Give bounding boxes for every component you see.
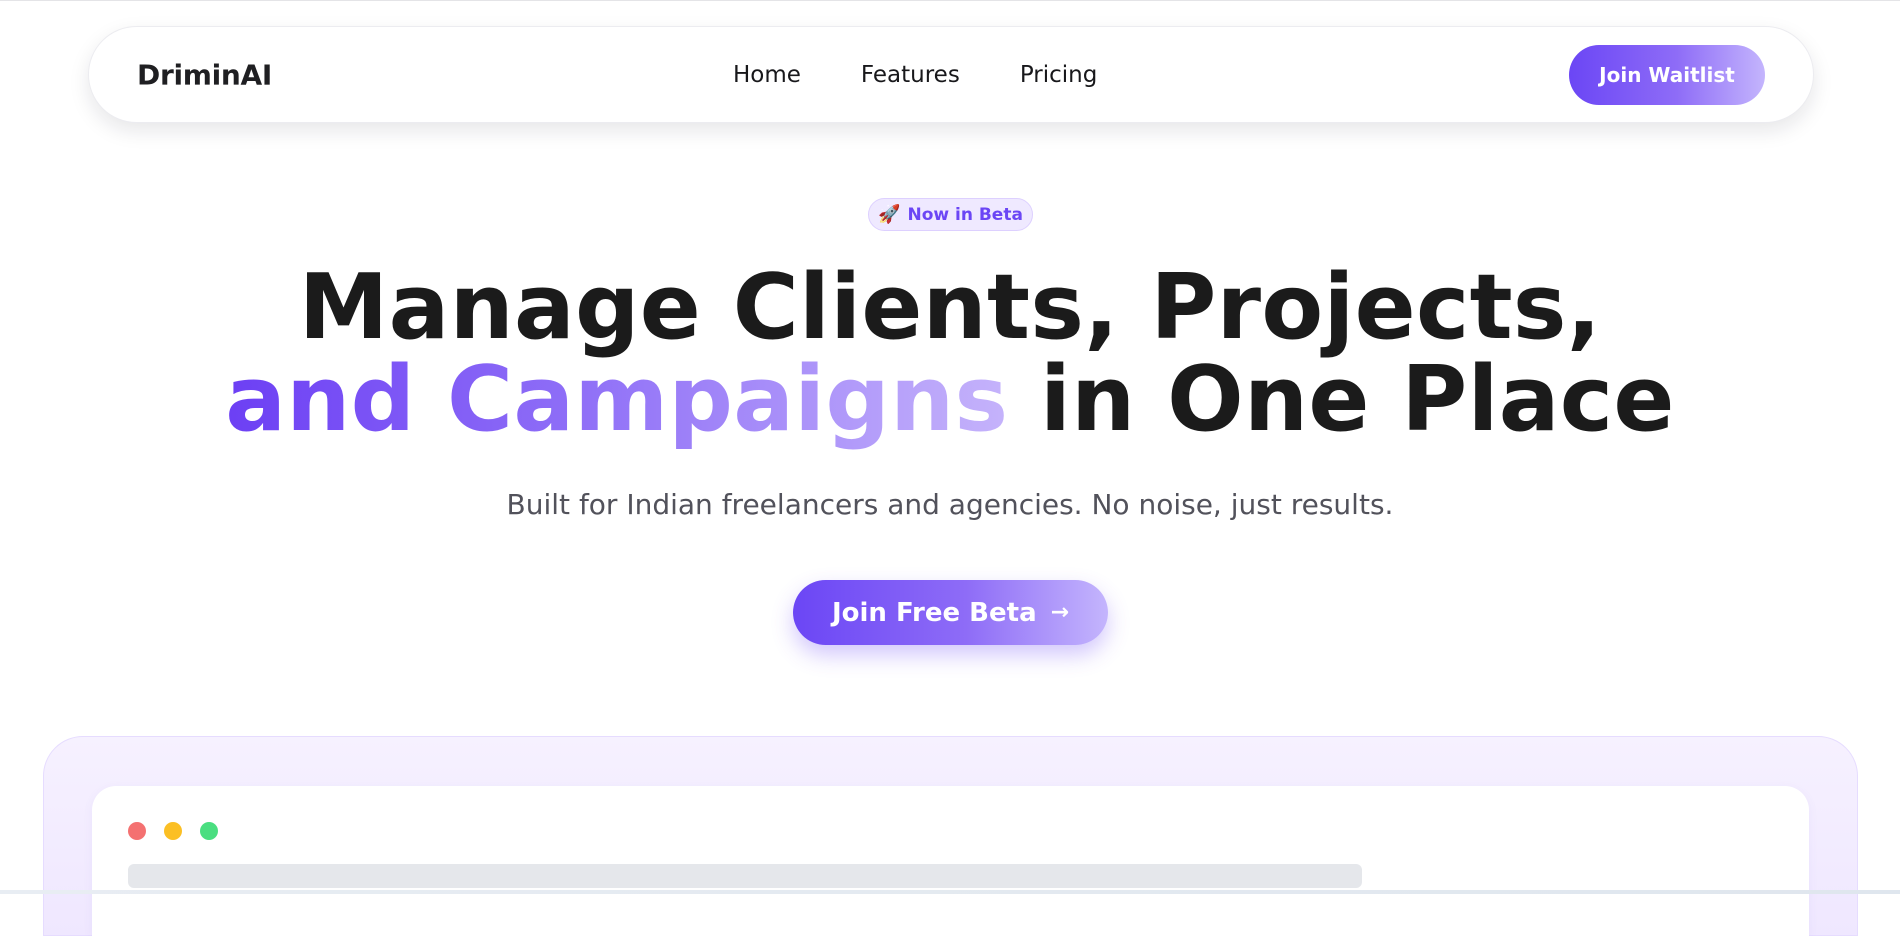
headline-line-2-rest: in One Place <box>1008 347 1675 452</box>
preview-skeleton-bar <box>128 864 1362 888</box>
hero-subtitle: Built for Indian freelancers and agencie… <box>506 488 1394 521</box>
window-maximize-dot <box>200 822 218 840</box>
join-waitlist-button[interactable]: Join Waitlist <box>1569 44 1765 105</box>
nav-links: Home Features Pricing <box>733 62 1097 88</box>
rocket-icon: 🚀 <box>878 203 901 225</box>
nav-link-pricing[interactable]: Pricing <box>1020 62 1098 88</box>
join-free-beta-label: Join Free Beta <box>831 597 1037 628</box>
nav-link-home[interactable]: Home <box>733 62 801 88</box>
beta-badge: 🚀 Now in Beta <box>868 198 1033 231</box>
top-divider <box>0 0 1900 1</box>
headline-highlight: and Campaigns <box>225 347 1009 452</box>
headline-line-1: Manage Clients, Projects, <box>298 255 1602 360</box>
window-close-dot <box>128 822 146 840</box>
app-preview-window <box>92 786 1809 936</box>
bottom-edge <box>0 890 1900 894</box>
beta-badge-label: Now in Beta <box>907 204 1023 225</box>
arrow-right-icon: → <box>1050 600 1070 625</box>
join-free-beta-button[interactable]: Join Free Beta → <box>793 580 1108 645</box>
window-minimize-dot <box>164 822 182 840</box>
brand-logo[interactable]: DriminAI <box>137 58 272 91</box>
headline-line-2: and Campaigns in One Place <box>0 354 1900 446</box>
hero-headline: Manage Clients, Projects, and Campaigns … <box>0 262 1900 446</box>
nav-link-features[interactable]: Features <box>861 62 960 88</box>
navbar: DriminAI Home Features Pricing Join Wait… <box>88 26 1814 123</box>
